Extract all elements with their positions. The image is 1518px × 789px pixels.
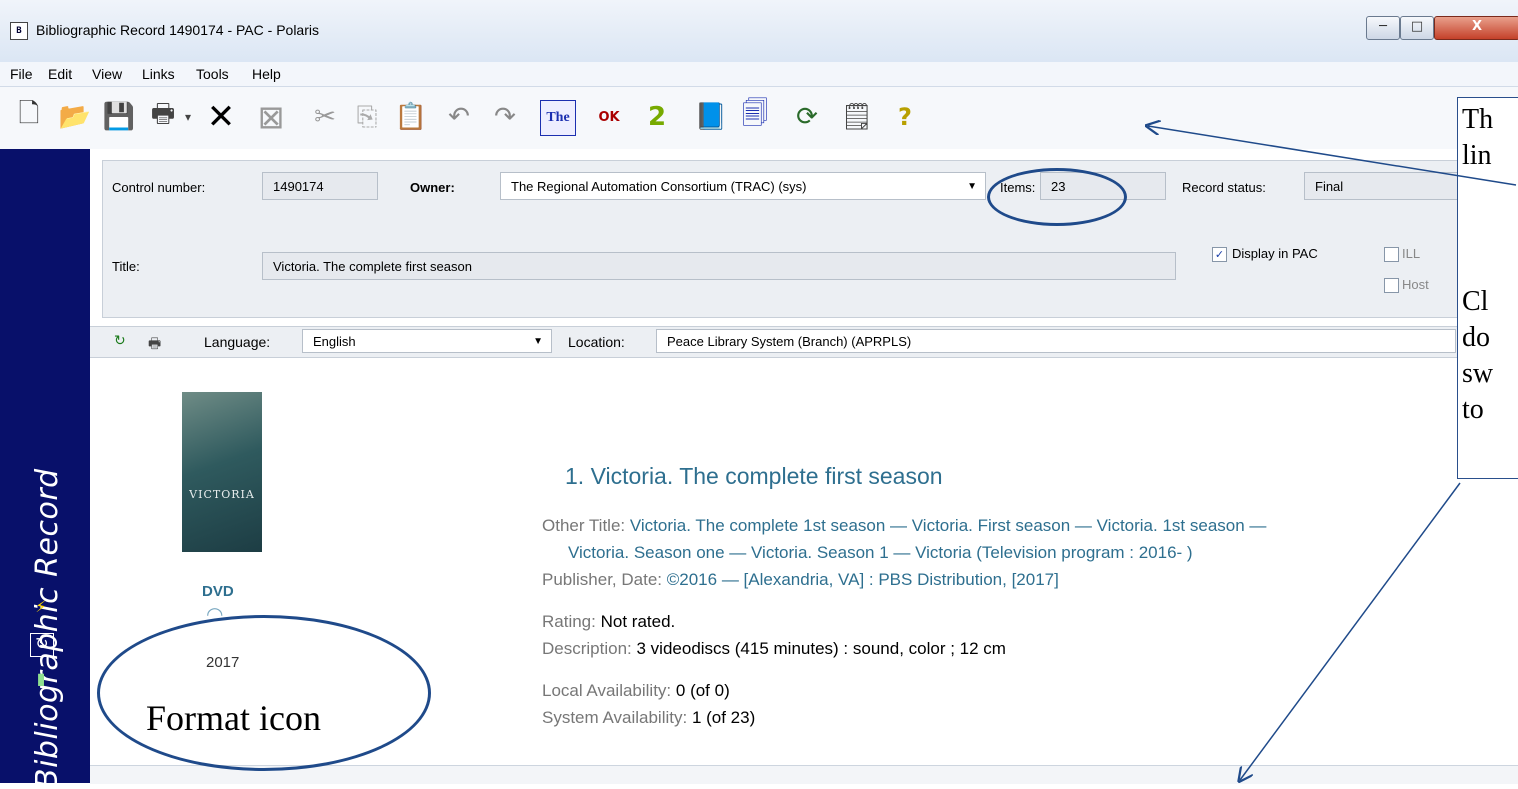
lightning-icon[interactable]: ⚡	[30, 597, 52, 619]
undo-icon[interactable]: ↶	[442, 100, 476, 134]
sidebar: Bibliographic Record ⚡ ↻ ▮	[0, 149, 90, 789]
print-display-icon[interactable]: 🖶	[148, 333, 161, 357]
open-icon[interactable]: 📂	[58, 100, 92, 134]
cover-title: VICTORIA	[189, 488, 255, 501]
callout-line: to	[1462, 394, 1484, 425]
local-availability-value: 0 (of 0)	[675, 681, 730, 700]
title-field: Victoria. The complete first season	[262, 252, 1176, 280]
app-icon[interactable]: B	[10, 22, 28, 40]
chart-icon[interactable]: ▮	[30, 669, 52, 691]
print-icon[interactable]: 🖶	[146, 99, 180, 134]
description-value: 3 videodiscs (415 minutes) : sound, colo…	[636, 639, 1006, 658]
format-label: DVD	[202, 583, 234, 600]
paste-icon[interactable]: 📋	[394, 100, 428, 134]
chevron-down-icon: ▼	[533, 336, 543, 347]
display-in-pac-checkbox[interactable]: ✓	[1212, 247, 1227, 262]
menu-edit[interactable]: Edit	[48, 66, 72, 82]
close-button[interactable]: X	[1434, 16, 1518, 40]
rating-label: Rating:	[542, 612, 596, 631]
window-title: Bibliographic Record 1490174 - PAC - Pol…	[36, 22, 319, 38]
control-number-field: 1490174	[262, 172, 378, 200]
help-icon[interactable]: ?	[888, 100, 922, 134]
callout-line: do	[1462, 322, 1490, 353]
record-status-field: Final	[1304, 172, 1464, 200]
close-icon: X	[1471, 19, 1483, 34]
copy-icon[interactable]: ⎘	[350, 100, 384, 134]
language-value: English	[313, 334, 356, 349]
cover-image[interactable]: VICTORIA	[182, 392, 262, 552]
record-title-link[interactable]: 1. Victoria. The complete first season	[565, 463, 943, 490]
sidebar-title: Bibliographic Record	[30, 468, 65, 789]
language-select[interactable]: English ▼	[302, 329, 552, 353]
other-title-value: Victoria. The complete 1st season — Vict…	[629, 516, 1267, 535]
ill-checkbox[interactable]	[1384, 247, 1399, 262]
system-availability-label: System Availability:	[542, 708, 688, 727]
publisher-label: Publisher, Date:	[542, 570, 663, 589]
display-in-pac-label: Display in PAC	[1232, 246, 1318, 261]
title-label: Title:	[112, 259, 140, 274]
other-title-value-cont: Victoria. Season one — Victoria. Season …	[568, 543, 1193, 562]
host-label: Host	[1402, 277, 1429, 292]
menu-file[interactable]: File	[10, 66, 33, 82]
menu-view[interactable]: View	[92, 66, 122, 82]
ill-label: ILL	[1402, 246, 1421, 261]
thesaurus-icon[interactable]: The	[540, 100, 576, 136]
refresh-icon[interactable]: ⟳	[790, 100, 824, 134]
host-checkbox[interactable]	[1384, 278, 1399, 293]
redo-icon[interactable]: ↷	[488, 100, 522, 134]
callout-line: lin	[1462, 140, 1492, 171]
template-icon[interactable]: 🗐	[738, 99, 772, 134]
language-label: Language:	[204, 334, 271, 350]
properties-icon[interactable]: 🗒	[840, 100, 874, 134]
publisher-value: ©2016 — [Alexandria, VA] : PBS Distribut…	[666, 570, 1059, 589]
minimize-button[interactable]: ─	[1366, 16, 1400, 40]
owner-select[interactable]: The Regional Automation Consortium (TRAC…	[500, 172, 986, 200]
callout-line: Cl	[1462, 286, 1489, 317]
location-select[interactable]: Peace Library System (Branch) (APRPLS)	[656, 329, 1456, 353]
menu-links[interactable]: Links	[142, 66, 175, 82]
callout-line: Th	[1462, 104, 1494, 135]
other-title-label: Other Title:	[542, 516, 626, 535]
cut-icon[interactable]: ✂	[308, 100, 342, 134]
menu-help[interactable]: Help	[252, 66, 281, 82]
refresh-display-icon[interactable]: ↻	[114, 333, 126, 349]
maximize-icon: □	[1410, 19, 1424, 34]
validate-ok-icon[interactable]: OK	[592, 100, 626, 134]
format-icon-caption: Format icon	[146, 698, 321, 738]
local-availability-label: Local Availability:	[542, 681, 672, 700]
new-icon[interactable]: 🗋	[12, 99, 46, 134]
record-status-label: Record status:	[1182, 180, 1266, 195]
format-icon-oval	[97, 615, 431, 771]
rating-value: Not rated.	[600, 612, 676, 631]
record-icon[interactable]: ↻	[30, 633, 54, 657]
delete-icon[interactable]: ✕	[204, 97, 238, 137]
description-label: Description:	[542, 639, 632, 658]
spellcheck-icon[interactable]: 2	[640, 100, 674, 134]
book-icon[interactable]: 📘	[694, 100, 728, 134]
chevron-down-icon: ▼	[967, 181, 977, 192]
owner-label: Owner:	[410, 180, 455, 195]
arrow-to-bottom	[1240, 482, 1461, 780]
control-number-label: Control number:	[112, 180, 206, 195]
owner-value: The Regional Automation Consortium (TRAC…	[511, 179, 807, 194]
minimize-icon: ─	[1379, 19, 1387, 34]
print-dropdown-icon[interactable]: ▾	[180, 100, 196, 134]
callout-line: sw	[1462, 358, 1494, 389]
save-icon[interactable]: 💾	[102, 100, 136, 134]
menu-tools[interactable]: Tools	[196, 66, 229, 82]
maximize-button[interactable]: □	[1400, 16, 1434, 40]
location-label: Location:	[568, 334, 625, 350]
items-highlight-oval	[987, 168, 1127, 226]
system-availability-value: 1 (of 23)	[691, 708, 756, 727]
delete-all-icon[interactable]: ⊠	[254, 98, 288, 136]
